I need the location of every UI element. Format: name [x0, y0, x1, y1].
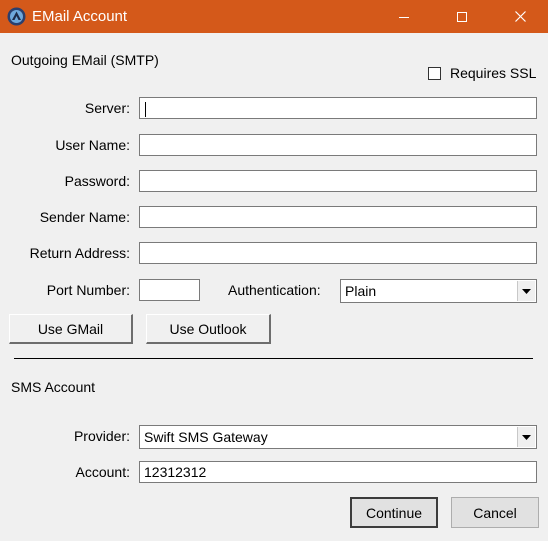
continue-button[interactable]: Continue — [350, 497, 438, 528]
app-logo-icon — [7, 7, 26, 26]
password-input[interactable] — [139, 170, 537, 192]
use-outlook-label: Use Outlook — [169, 320, 247, 337]
server-input[interactable] — [139, 97, 537, 119]
authentication-select[interactable]: Plain — [340, 279, 537, 303]
authentication-label: Authentication: — [228, 282, 321, 298]
use-gmail-label: Use GMail — [37, 320, 104, 337]
cancel-label: Cancel — [473, 504, 517, 521]
window-title: EMail Account — [32, 8, 128, 25]
maximize-button[interactable] — [439, 0, 485, 33]
authentication-dropdown-arrow[interactable] — [517, 281, 535, 301]
continue-label: Continue — [365, 504, 423, 521]
provider-dropdown-arrow[interactable] — [517, 427, 535, 447]
use-gmail-button[interactable]: Use GMail — [9, 314, 133, 344]
close-button[interactable] — [497, 0, 543, 33]
return-address-input[interactable] — [139, 242, 537, 264]
minimize-button[interactable] — [381, 0, 427, 33]
provider-select[interactable]: Swift SMS Gateway — [139, 425, 537, 449]
maximize-icon — [457, 11, 467, 22]
text-caret — [145, 102, 146, 117]
sms-section-heading: SMS Account — [11, 379, 96, 395]
username-label: User Name: — [55, 137, 130, 153]
title-bar: EMail Account — [0, 0, 548, 33]
chevron-down-icon — [522, 288, 531, 294]
provider-label: Provider: — [73, 428, 130, 444]
sender-name-input[interactable] — [139, 206, 537, 228]
server-label: Server: — [84, 100, 130, 116]
section-divider — [14, 358, 533, 359]
smtp-section-heading: Outgoing EMail (SMTP) — [11, 52, 159, 68]
close-icon — [514, 11, 526, 22]
password-label: Password: — [64, 173, 130, 189]
port-number-input[interactable] — [139, 279, 200, 301]
authentication-value: Plain — [345, 283, 377, 299]
account-label: Account: — [75, 464, 130, 480]
provider-value: Swift SMS Gateway — [144, 429, 268, 445]
cancel-button[interactable]: Cancel — [451, 497, 539, 528]
port-number-label: Port Number: — [46, 282, 130, 298]
requires-ssl-checkbox[interactable] — [428, 67, 441, 80]
minimize-icon — [399, 16, 409, 18]
use-outlook-button[interactable]: Use Outlook — [146, 314, 271, 344]
return-address-label: Return Address: — [29, 245, 130, 261]
sender-name-label: Sender Name: — [39, 209, 130, 225]
username-input[interactable] — [139, 134, 537, 156]
chevron-down-icon — [522, 434, 531, 440]
account-input[interactable] — [139, 461, 537, 483]
requires-ssl-label[interactable]: Requires SSL — [450, 65, 536, 82]
